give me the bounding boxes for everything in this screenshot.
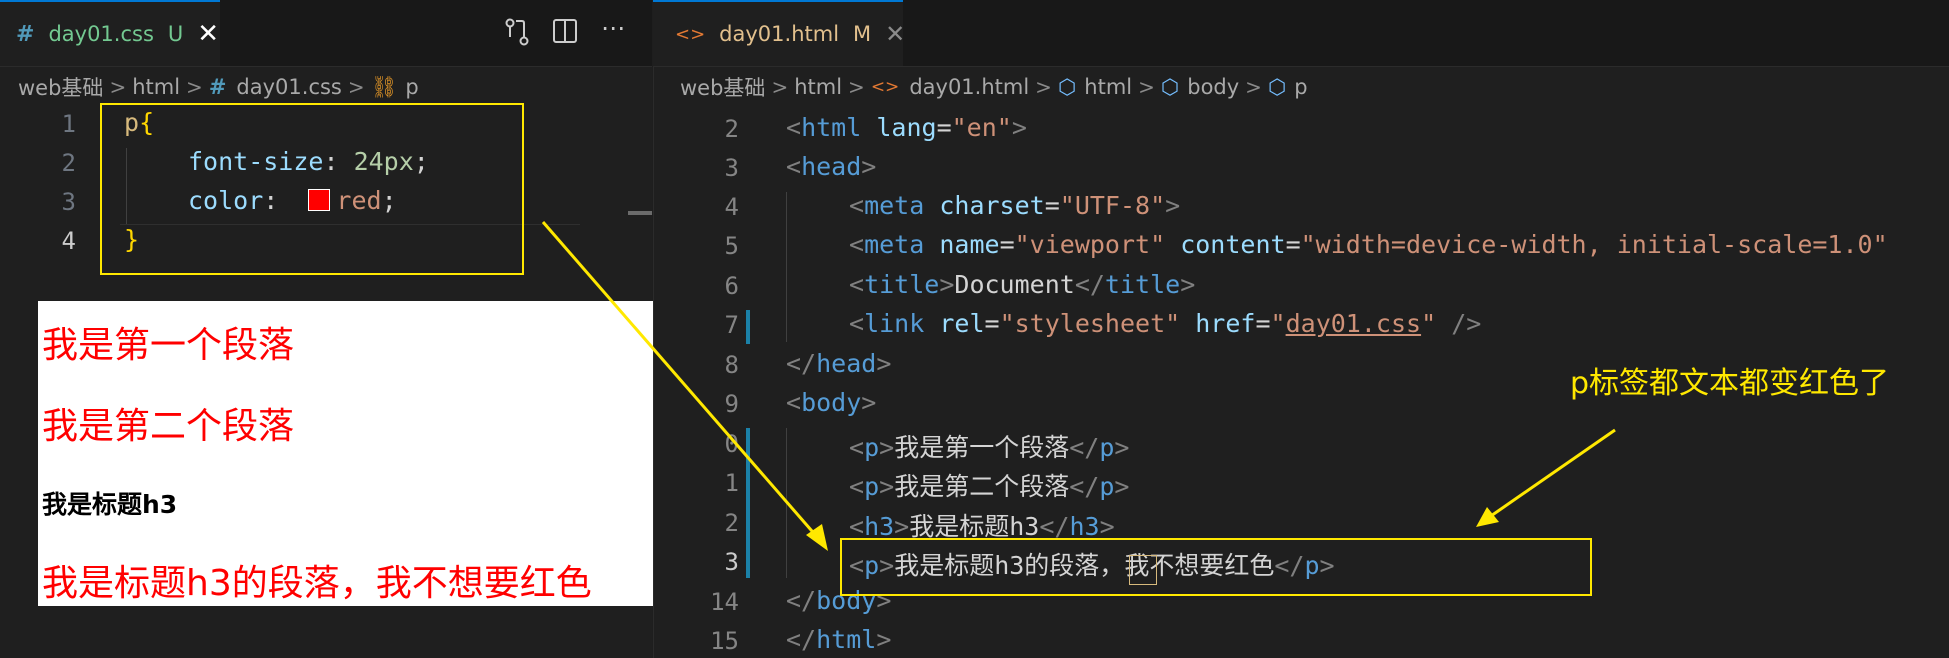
p-tag-highlight-box	[840, 538, 1592, 596]
preview-paragraph-3: 我是标题h3的段落，我不想要红色	[42, 563, 592, 604]
line-number: 1	[61, 110, 76, 138]
chevron-right-icon: >	[186, 75, 203, 99]
line-number: 8	[724, 351, 739, 379]
html-line-2[interactable]: <html lang="en">	[786, 113, 1027, 142]
line-number: 5	[724, 232, 739, 260]
css-rule-highlight-box	[100, 103, 524, 275]
css-hash-icon: #	[208, 75, 227, 99]
indent-guide	[786, 192, 787, 342]
split-editor-icon[interactable]	[548, 17, 582, 51]
browser-preview: 我是第一个段落 我是第二个段落 我是标题h3 我是标题h3的段落，我不想要红色	[38, 301, 724, 606]
line-number: 2	[724, 509, 739, 537]
html-angle-icon: <>	[870, 77, 900, 97]
html-angle-icon: <>	[675, 23, 706, 45]
breadcrumb-item[interactable]: html	[132, 75, 180, 99]
line-number: 6	[724, 272, 739, 300]
modified-badge: M	[853, 22, 872, 46]
preview-paragraph-1: 我是第一个段落	[42, 325, 295, 366]
breadcrumb-item[interactable]: day01.html	[909, 75, 1029, 99]
open-changes-icon[interactable]	[500, 17, 534, 53]
css-hash-icon: #	[16, 21, 35, 47]
line-number: 9	[724, 390, 739, 418]
close-icon[interactable]: ✕	[885, 20, 905, 48]
line-number: 2	[61, 149, 76, 177]
breadcrumb-item[interactable]: body	[1187, 75, 1239, 99]
chevron-right-icon: >	[347, 75, 365, 99]
element-cube-icon: ⬡	[1057, 75, 1077, 99]
annotation-label: p标签都文本都变红色了	[1570, 366, 1890, 401]
html-line-3[interactable]: <head>	[786, 152, 876, 181]
chevron-right-icon: >	[771, 75, 789, 99]
breadcrumb-item[interactable]: html	[1084, 75, 1132, 99]
html-line-4[interactable]: <meta charset="UTF-8">	[849, 191, 1180, 220]
line-number-current: 3	[724, 548, 739, 576]
tab-filename: day01.html	[719, 22, 840, 46]
indent-guide	[786, 428, 787, 578]
preview-paragraph-2: 我是第二个段落	[42, 406, 295, 447]
css-rule-icon: ⛓	[370, 74, 398, 99]
html-line-10[interactable]: <p>我是第一个段落</p>	[849, 428, 1129, 464]
tab-day01-css[interactable]: # day01.css U ✕	[0, 0, 220, 66]
html-line-9[interactable]: <body>	[786, 388, 876, 417]
line-number: 15	[710, 627, 739, 655]
breadcrumb-item[interactable]: web基础	[18, 72, 103, 102]
chevron-right-icon: >	[109, 75, 127, 99]
breadcrumb: web基础 > html > # day01.css > ⛓ p	[18, 72, 419, 102]
html-line-5[interactable]: <meta name="viewport" content="width=dev…	[849, 230, 1888, 259]
breadcrumb-item[interactable]: html	[794, 75, 842, 99]
line-number: 1	[724, 469, 739, 497]
tab-filename: day01.css	[48, 22, 154, 46]
tab-day01-html[interactable]: <> day01.html M ✕	[653, 0, 905, 66]
scrollbar-thumb[interactable]	[628, 211, 652, 215]
line-number: 3	[724, 154, 739, 182]
breadcrumb: web基础 > html > <> day01.html > ⬡ html > …	[680, 72, 1308, 102]
line-number: 7	[724, 311, 739, 339]
element-cube-icon: ⬡	[1267, 75, 1287, 99]
html-line-8[interactable]: </head>	[786, 349, 891, 378]
close-icon[interactable]: ✕	[197, 19, 219, 49]
modified-line-indicator	[746, 310, 750, 344]
chevron-right-icon: >	[848, 75, 865, 99]
line-number: 4	[724, 193, 739, 221]
html-line-6[interactable]: <title>Document</title>	[849, 270, 1195, 299]
text-cursor-selection	[1129, 555, 1157, 585]
line-number-current: 4	[61, 227, 76, 255]
chevron-right-icon: >	[1138, 75, 1155, 99]
chevron-right-icon: >	[1035, 75, 1052, 99]
html-line-15[interactable]: </html>	[786, 625, 891, 654]
chevron-right-icon: >	[1245, 75, 1262, 99]
line-number: 2	[724, 115, 739, 143]
breadcrumb-item[interactable]: p	[1294, 75, 1307, 99]
line-number: 3	[61, 188, 76, 216]
line-number: 0	[724, 430, 739, 458]
more-actions-icon[interactable]: ⋯	[596, 14, 630, 42]
html-line-7[interactable]: <link rel="stylesheet" href="day01.css" …	[849, 309, 1481, 338]
untracked-badge: U	[167, 22, 184, 46]
html-line-11[interactable]: <p>我是第二个段落</p>	[849, 467, 1129, 503]
breadcrumb-item[interactable]: web基础	[680, 72, 765, 102]
line-number: 14	[710, 588, 739, 616]
breadcrumb-item[interactable]: p	[405, 75, 418, 99]
modified-line-indicator	[746, 428, 750, 578]
preview-heading-h3: 我是标题h3	[42, 490, 178, 519]
breadcrumb-item[interactable]: day01.css	[236, 75, 341, 99]
element-cube-icon: ⬡	[1160, 75, 1180, 99]
